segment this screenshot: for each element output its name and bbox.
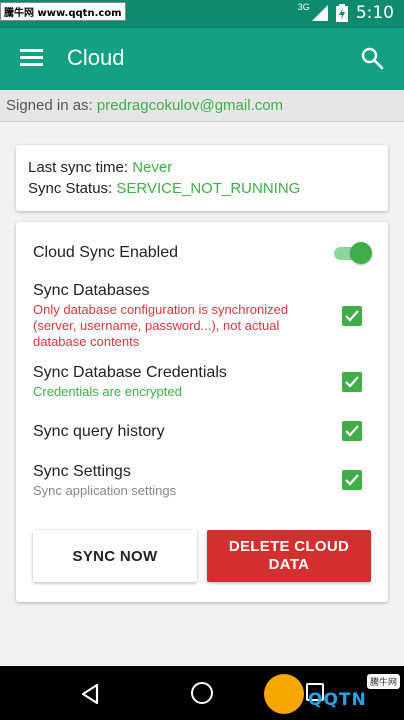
sync-databases-label: Sync Databases: [33, 282, 150, 299]
sync-credentials-checkbox[interactable]: [342, 372, 362, 392]
cloud-sync-row[interactable]: Cloud Sync Enabled: [33, 244, 368, 262]
cloud-sync-label: Cloud Sync Enabled: [33, 244, 178, 261]
sync-status-value: SERVICE_NOT_RUNNING: [116, 180, 301, 197]
sync-info-card: Last sync time: Never Sync Status: SERVI…: [16, 145, 388, 211]
signed-in-row: Signed in as: predragcokulov@gmail.com: [0, 90, 404, 122]
app-bar: Cloud: [0, 28, 404, 90]
checkmark-icon: [345, 425, 359, 437]
delete-cloud-data-button[interactable]: DELETE CLOUD DATA: [207, 530, 371, 582]
signal-icon: [311, 5, 328, 21]
sync-databases-row[interactable]: Sync Databases Only database configurati…: [33, 282, 328, 350]
sync-settings-checkbox[interactable]: [342, 470, 362, 490]
qqtn-watermark: QQTN 騰牛网: [264, 672, 400, 716]
account-email: predragcokulov@gmail.com: [96, 97, 284, 114]
sync-now-button[interactable]: SYNC NOW: [33, 530, 197, 582]
sync-settings-card: Cloud Sync Enabled Sync Databases Only d…: [16, 222, 388, 602]
checkmark-icon: [345, 310, 359, 322]
sync-credentials-row[interactable]: Sync Database Credentials Credentials ar…: [33, 364, 328, 400]
sync-query-history-checkbox[interactable]: [342, 421, 362, 441]
home-icon[interactable]: [191, 682, 213, 704]
toggle-thumb: [350, 242, 372, 264]
watermark-text: 騰牛网 www.qqtn.com: [0, 2, 126, 21]
status-bar: 騰牛网 www.qqtn.com 3G 5:10: [0, 0, 404, 28]
last-sync-value: Never: [132, 159, 173, 176]
sync-query-history-label: Sync query history: [33, 423, 165, 440]
clock: 5:10: [355, 3, 394, 23]
navigation-bar: QQTN 騰牛网: [0, 666, 404, 720]
sync-databases-checkbox[interactable]: [342, 306, 362, 326]
checkmark-icon: [345, 376, 359, 388]
watermark-logo-icon: [264, 674, 304, 714]
battery-icon: [335, 4, 348, 22]
search-icon[interactable]: [360, 46, 384, 70]
watermark-brand: QQTN: [308, 690, 367, 710]
cloud-sync-toggle[interactable]: [332, 242, 372, 264]
back-icon[interactable]: [80, 683, 100, 705]
last-sync-line: Last sync time: Never: [28, 157, 376, 178]
watermark-tag: 騰牛网: [366, 674, 400, 689]
sync-query-history-row[interactable]: Sync query history: [33, 423, 328, 441]
sync-settings-label: Sync Settings: [33, 463, 131, 480]
page-title: Cloud: [67, 45, 125, 70]
sync-settings-description: Sync application settings: [33, 483, 177, 498]
sync-credentials-label: Sync Database Credentials: [33, 364, 227, 381]
sync-status-line: Sync Status: SERVICE_NOT_RUNNING: [28, 178, 376, 199]
signed-in-label: Signed in as:: [6, 97, 93, 114]
sync-credentials-description: Credentials are encrypted: [33, 384, 182, 399]
last-sync-label: Last sync time:: [28, 159, 129, 176]
network-type: 3G: [297, 2, 310, 12]
sync-status-label: Sync Status:: [28, 180, 113, 197]
sync-settings-row[interactable]: Sync Settings Sync application settings: [33, 463, 328, 499]
menu-icon[interactable]: [20, 49, 43, 67]
status-icons: 3G 5:10: [297, 2, 394, 23]
sync-databases-description: Only database configuration is synchroni…: [33, 302, 289, 349]
checkmark-icon: [345, 474, 359, 486]
